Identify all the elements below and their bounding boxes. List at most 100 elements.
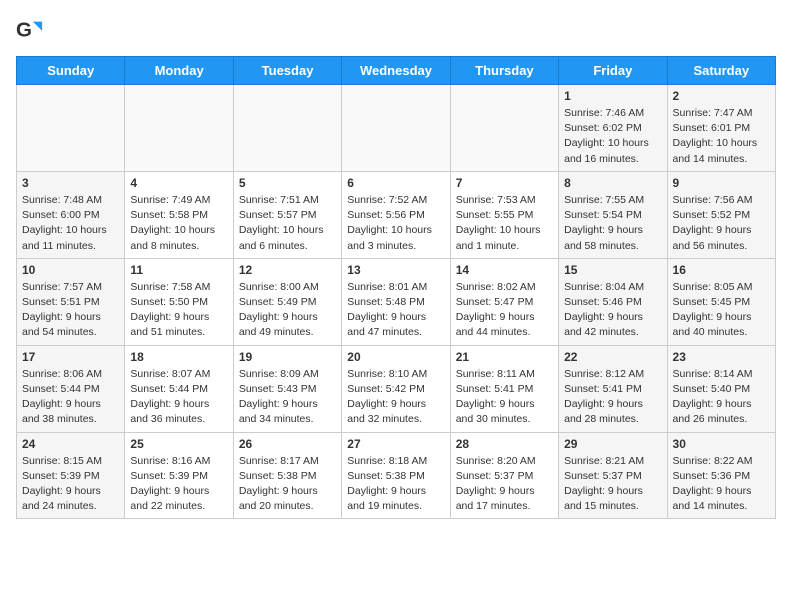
day-number: 3: [22, 176, 119, 190]
day-header-sunday: Sunday: [17, 57, 125, 85]
calendar-cell: 30 Sunrise: 8:22 AM Sunset: 5:36 PM Dayli…: [667, 432, 775, 519]
calendar-cell: 26 Sunrise: 8:17 AM Sunset: 5:38 PM Dayli…: [233, 432, 341, 519]
day-info: Sunrise: 8:01 AM Sunset: 5:48 PM Dayligh…: [347, 280, 444, 341]
day-info: Sunrise: 8:17 AM Sunset: 5:38 PM Dayligh…: [239, 454, 336, 515]
calendar-cell: 9Sunrise: 7:56 AM Sunset: 5:52 PM Daylig…: [667, 171, 775, 258]
calendar-cell: [342, 85, 450, 172]
calendar-cell: 21 Sunrise: 8:11 AM Sunset: 5:41 PM Dayli…: [450, 345, 558, 432]
day-info: Sunrise: 7:47 AM Sunset: 6:01 PM Dayligh…: [673, 106, 770, 167]
day-info: Sunrise: 8:06 AM Sunset: 5:44 PM Dayligh…: [22, 367, 119, 428]
day-number: 22: [564, 350, 661, 364]
logo: G: [16, 16, 48, 44]
day-header-tuesday: Tuesday: [233, 57, 341, 85]
calendar-cell: 23Sunrise: 8:14 AM Sunset: 5:40 PM Dayli…: [667, 345, 775, 432]
calendar-cell: 15 Sunrise: 8:04 AM Sunset: 5:46 PM Dayli…: [559, 258, 667, 345]
day-info: Sunrise: 8:10 AM Sunset: 5:42 PM Dayligh…: [347, 367, 444, 428]
day-number: 8: [564, 176, 661, 190]
day-number: 18: [130, 350, 227, 364]
calendar-cell: [233, 85, 341, 172]
calendar-cell: 13 Sunrise: 8:01 AM Sunset: 5:48 PM Dayli…: [342, 258, 450, 345]
calendar-cell: 19 Sunrise: 8:09 AM Sunset: 5:43 PM Dayli…: [233, 345, 341, 432]
day-info: Sunrise: 8:05 AM Sunset: 5:45 PM Dayligh…: [673, 280, 770, 341]
calendar-cell: 25Sunrise: 8:16 AM Sunset: 5:39 PM Dayli…: [125, 432, 233, 519]
day-info: Sunrise: 7:58 AM Sunset: 5:50 PM Dayligh…: [130, 280, 227, 341]
day-info: Sunrise: 8:12 AM Sunset: 5:41 PM Dayligh…: [564, 367, 661, 428]
calendar-cell: 22 Sunrise: 8:12 AM Sunset: 5:41 PM Dayli…: [559, 345, 667, 432]
calendar-cell: 4 Sunrise: 7:49 AM Sunset: 5:58 PM Daylig…: [125, 171, 233, 258]
day-header-wednesday: Wednesday: [342, 57, 450, 85]
day-info: Sunrise: 7:46 AM Sunset: 6:02 PM Dayligh…: [564, 106, 661, 167]
calendar-cell: 20 Sunrise: 8:10 AM Sunset: 5:42 PM Dayli…: [342, 345, 450, 432]
day-number: 1: [564, 89, 661, 103]
day-info: Sunrise: 7:48 AM Sunset: 6:00 PM Dayligh…: [22, 193, 119, 254]
day-header-monday: Monday: [125, 57, 233, 85]
calendar-cell: [450, 85, 558, 172]
day-number: 5: [239, 176, 336, 190]
calendar-cell: 17Sunrise: 8:06 AM Sunset: 5:44 PM Dayli…: [17, 345, 125, 432]
day-info: Sunrise: 8:18 AM Sunset: 5:38 PM Dayligh…: [347, 454, 444, 515]
day-info: Sunrise: 8:22 AM Sunset: 5:36 PM Dayligh…: [673, 454, 770, 515]
day-header-friday: Friday: [559, 57, 667, 85]
week-row-4: 17Sunrise: 8:06 AM Sunset: 5:44 PM Dayli…: [17, 345, 776, 432]
day-number: 15: [564, 263, 661, 277]
day-number: 14: [456, 263, 553, 277]
day-info: Sunrise: 8:20 AM Sunset: 5:37 PM Dayligh…: [456, 454, 553, 515]
calendar-cell: 7Sunrise: 7:53 AM Sunset: 5:55 PM Daylig…: [450, 171, 558, 258]
day-info: Sunrise: 8:02 AM Sunset: 5:47 PM Dayligh…: [456, 280, 553, 341]
day-number: 12: [239, 263, 336, 277]
logo-icon: G: [16, 16, 44, 44]
day-info: Sunrise: 7:51 AM Sunset: 5:57 PM Dayligh…: [239, 193, 336, 254]
day-number: 24: [22, 437, 119, 451]
calendar-cell: [125, 85, 233, 172]
calendar-cell: 5 Sunrise: 7:51 AM Sunset: 5:57 PM Daylig…: [233, 171, 341, 258]
svg-text:G: G: [16, 19, 32, 42]
day-number: 20: [347, 350, 444, 364]
calendar-cell: 1 Sunrise: 7:46 AM Sunset: 6:02 PM Daylig…: [559, 85, 667, 172]
calendar-cell: 16 Sunrise: 8:05 AM Sunset: 5:45 PM Dayli…: [667, 258, 775, 345]
calendar-cell: 10 Sunrise: 7:57 AM Sunset: 5:51 PM Dayli…: [17, 258, 125, 345]
day-number: 23: [673, 350, 770, 364]
day-info: Sunrise: 8:21 AM Sunset: 5:37 PM Dayligh…: [564, 454, 661, 515]
day-number: 25: [130, 437, 227, 451]
day-info: Sunrise: 8:11 AM Sunset: 5:41 PM Dayligh…: [456, 367, 553, 428]
calendar-cell: 18 Sunrise: 8:07 AM Sunset: 5:44 PM Dayli…: [125, 345, 233, 432]
day-number: 19: [239, 350, 336, 364]
day-number: 13: [347, 263, 444, 277]
calendar-cell: 27 Sunrise: 8:18 AM Sunset: 5:38 PM Dayli…: [342, 432, 450, 519]
day-number: 10: [22, 263, 119, 277]
day-number: 11: [130, 263, 227, 277]
day-number: 7: [456, 176, 553, 190]
week-row-5: 24 Sunrise: 8:15 AM Sunset: 5:39 PM Dayli…: [17, 432, 776, 519]
day-number: 30: [673, 437, 770, 451]
day-number: 27: [347, 437, 444, 451]
calendar-cell: 2 Sunrise: 7:47 AM Sunset: 6:01 PM Daylig…: [667, 85, 775, 172]
calendar-cell: [17, 85, 125, 172]
day-number: 21: [456, 350, 553, 364]
page-header: G: [16, 16, 776, 44]
calendar-table: SundayMondayTuesdayWednesdayThursdayFrid…: [16, 56, 776, 519]
day-header-saturday: Saturday: [667, 57, 775, 85]
calendar-cell: 8 Sunrise: 7:55 AM Sunset: 5:54 PM Daylig…: [559, 171, 667, 258]
calendar-cell: 11 Sunrise: 7:58 AM Sunset: 5:50 PM Dayli…: [125, 258, 233, 345]
day-number: 29: [564, 437, 661, 451]
day-number: 28: [456, 437, 553, 451]
day-info: Sunrise: 8:07 AM Sunset: 5:44 PM Dayligh…: [130, 367, 227, 428]
day-number: 4: [130, 176, 227, 190]
week-row-2: 3 Sunrise: 7:48 AM Sunset: 6:00 PM Daylig…: [17, 171, 776, 258]
week-row-1: 1 Sunrise: 7:46 AM Sunset: 6:02 PM Daylig…: [17, 85, 776, 172]
day-number: 26: [239, 437, 336, 451]
calendar-cell: 14 Sunrise: 8:02 AM Sunset: 5:47 PM Dayli…: [450, 258, 558, 345]
day-info: Sunrise: 8:09 AM Sunset: 5:43 PM Dayligh…: [239, 367, 336, 428]
calendar-cell: 3 Sunrise: 7:48 AM Sunset: 6:00 PM Daylig…: [17, 171, 125, 258]
calendar-cell: 29 Sunrise: 8:21 AM Sunset: 5:37 PM Dayli…: [559, 432, 667, 519]
day-info: Sunrise: 7:57 AM Sunset: 5:51 PM Dayligh…: [22, 280, 119, 341]
day-header-thursday: Thursday: [450, 57, 558, 85]
day-info: Sunrise: 8:04 AM Sunset: 5:46 PM Dayligh…: [564, 280, 661, 341]
day-info: Sunrise: 7:49 AM Sunset: 5:58 PM Dayligh…: [130, 193, 227, 254]
day-number: 9: [673, 176, 770, 190]
day-info: Sunrise: 8:15 AM Sunset: 5:39 PM Dayligh…: [22, 454, 119, 515]
day-number: 16: [673, 263, 770, 277]
day-number: 2: [673, 89, 770, 103]
day-info: Sunrise: 7:55 AM Sunset: 5:54 PM Dayligh…: [564, 193, 661, 254]
calendar-cell: 6Sunrise: 7:52 AM Sunset: 5:56 PM Daylig…: [342, 171, 450, 258]
